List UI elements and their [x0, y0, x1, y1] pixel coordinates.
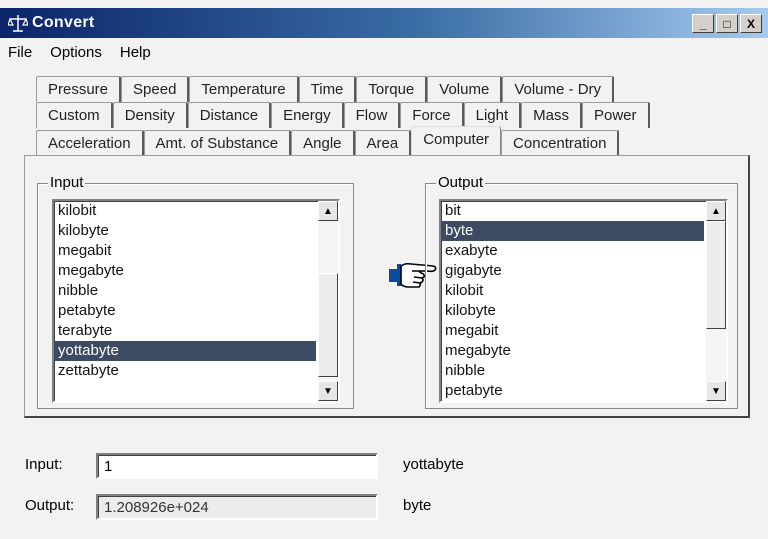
input-unit-label: yottabyte: [403, 456, 464, 473]
tab-energy[interactable]: Energy: [271, 102, 344, 128]
output-value-label: Output:: [25, 497, 75, 514]
output-list-item[interactable]: petabyte: [441, 381, 704, 401]
input-list-item[interactable]: terabyte: [54, 321, 316, 341]
tab-power[interactable]: Power: [582, 102, 650, 128]
input-list-item[interactable]: kilobit: [54, 201, 316, 221]
output-unit-label: byte: [403, 497, 432, 514]
input-list-item-selected[interactable]: yottabyte: [54, 341, 316, 361]
tab-density[interactable]: Density: [112, 102, 188, 128]
tab-area[interactable]: Area: [354, 130, 412, 156]
input-list-item[interactable]: zettabyte: [54, 361, 316, 381]
tab-mass[interactable]: Mass: [521, 102, 582, 128]
input-list-item[interactable]: petabyte: [54, 301, 316, 321]
scroll-up-arrow-icon[interactable]: ▲: [706, 201, 726, 221]
input-list-item[interactable]: megabit: [54, 241, 316, 261]
tab-row-3: Acceleration Amt. of Substance Angle Are…: [36, 126, 620, 156]
output-list-item[interactable]: nibble: [441, 361, 704, 381]
output-list-item[interactable]: megabyte: [441, 341, 704, 361]
tab-row-1: Pressure Speed Temperature Time Torque V…: [36, 76, 615, 102]
output-list-item[interactable]: gigabyte: [441, 261, 704, 281]
tab-force[interactable]: Force: [400, 102, 464, 128]
output-scroll-thumb[interactable]: [706, 221, 726, 329]
tab-computer[interactable]: Computer: [411, 126, 502, 156]
output-group-label: Output: [436, 174, 486, 191]
minimize-button[interactable]: _: [692, 14, 714, 33]
tab-row-2: Custom Density Distance Energy Flow Forc…: [36, 102, 650, 128]
menu-bar: File Options Help: [0, 40, 160, 66]
input-value-label: Input:: [25, 456, 63, 473]
title-bar[interactable]: Convert _ □ X: [0, 8, 768, 38]
tab-volume[interactable]: Volume: [427, 76, 503, 102]
tab-temperature[interactable]: Temperature: [189, 76, 299, 102]
scroll-down-arrow-icon[interactable]: ▼: [318, 381, 338, 401]
input-list-item[interactable]: nibble: [54, 281, 316, 301]
tab-panel-computer: Input kilobit kilobyte megabit megabyte …: [24, 155, 750, 418]
input-list-item[interactable]: kilobyte: [54, 221, 316, 241]
input-list-scrollbar[interactable]: ▲ ▼: [318, 201, 338, 401]
output-list-item[interactable]: kilobit: [441, 281, 704, 301]
output-list-item[interactable]: megabit: [441, 321, 704, 341]
tab-torque[interactable]: Torque: [356, 76, 428, 102]
tab-volume-dry[interactable]: Volume - Dry: [502, 76, 615, 102]
tab-speed[interactable]: Speed: [121, 76, 190, 102]
input-group-label: Input: [48, 174, 86, 191]
window-title: Convert: [32, 14, 95, 31]
scroll-up-arrow-icon[interactable]: ▲: [318, 201, 338, 221]
output-unit-list[interactable]: bit byte exabyte gigabyte kilobit kiloby…: [439, 199, 728, 403]
output-list-item[interactable]: exabyte: [441, 241, 704, 261]
output-value-field[interactable]: [96, 494, 378, 520]
tab-concentration[interactable]: Concentration: [501, 130, 620, 156]
maximize-button[interactable]: □: [716, 14, 738, 33]
tab-light[interactable]: Light: [463, 102, 522, 128]
scales-icon: [8, 15, 28, 32]
output-list-scrollbar[interactable]: ▲ ▼: [706, 201, 726, 401]
tab-acceleration[interactable]: Acceleration: [36, 130, 144, 156]
convert-window: Convert _ □ X File Options Help Pressure…: [0, 0, 768, 539]
menu-help[interactable]: Help: [111, 40, 160, 66]
tab-custom[interactable]: Custom: [36, 102, 113, 128]
output-list-item-selected[interactable]: byte: [441, 221, 704, 241]
input-list-item[interactable]: megabyte: [54, 261, 316, 281]
output-group: Output bit byte exabyte gigabyte kilobit…: [425, 174, 738, 409]
tab-pressure[interactable]: Pressure: [36, 76, 122, 102]
output-list-item[interactable]: kilobyte: [441, 301, 704, 321]
scroll-down-arrow-icon[interactable]: ▼: [706, 381, 726, 401]
input-scroll-thumb[interactable]: [318, 273, 338, 377]
tab-time[interactable]: Time: [298, 76, 357, 102]
tab-flow[interactable]: Flow: [343, 102, 401, 128]
tab-angle[interactable]: Angle: [291, 130, 355, 156]
tab-distance[interactable]: Distance: [187, 102, 272, 128]
input-unit-list[interactable]: kilobit kilobyte megabit megabyte nibble…: [52, 199, 340, 403]
input-group: Input kilobit kilobyte megabit megabyte …: [37, 174, 354, 409]
close-button[interactable]: X: [740, 14, 762, 33]
output-list-item[interactable]: bit: [441, 201, 704, 221]
tab-amt-of-substance[interactable]: Amt. of Substance: [143, 130, 292, 156]
input-value-field[interactable]: [96, 453, 378, 479]
menu-file[interactable]: File: [0, 40, 41, 66]
menu-options[interactable]: Options: [41, 40, 111, 66]
